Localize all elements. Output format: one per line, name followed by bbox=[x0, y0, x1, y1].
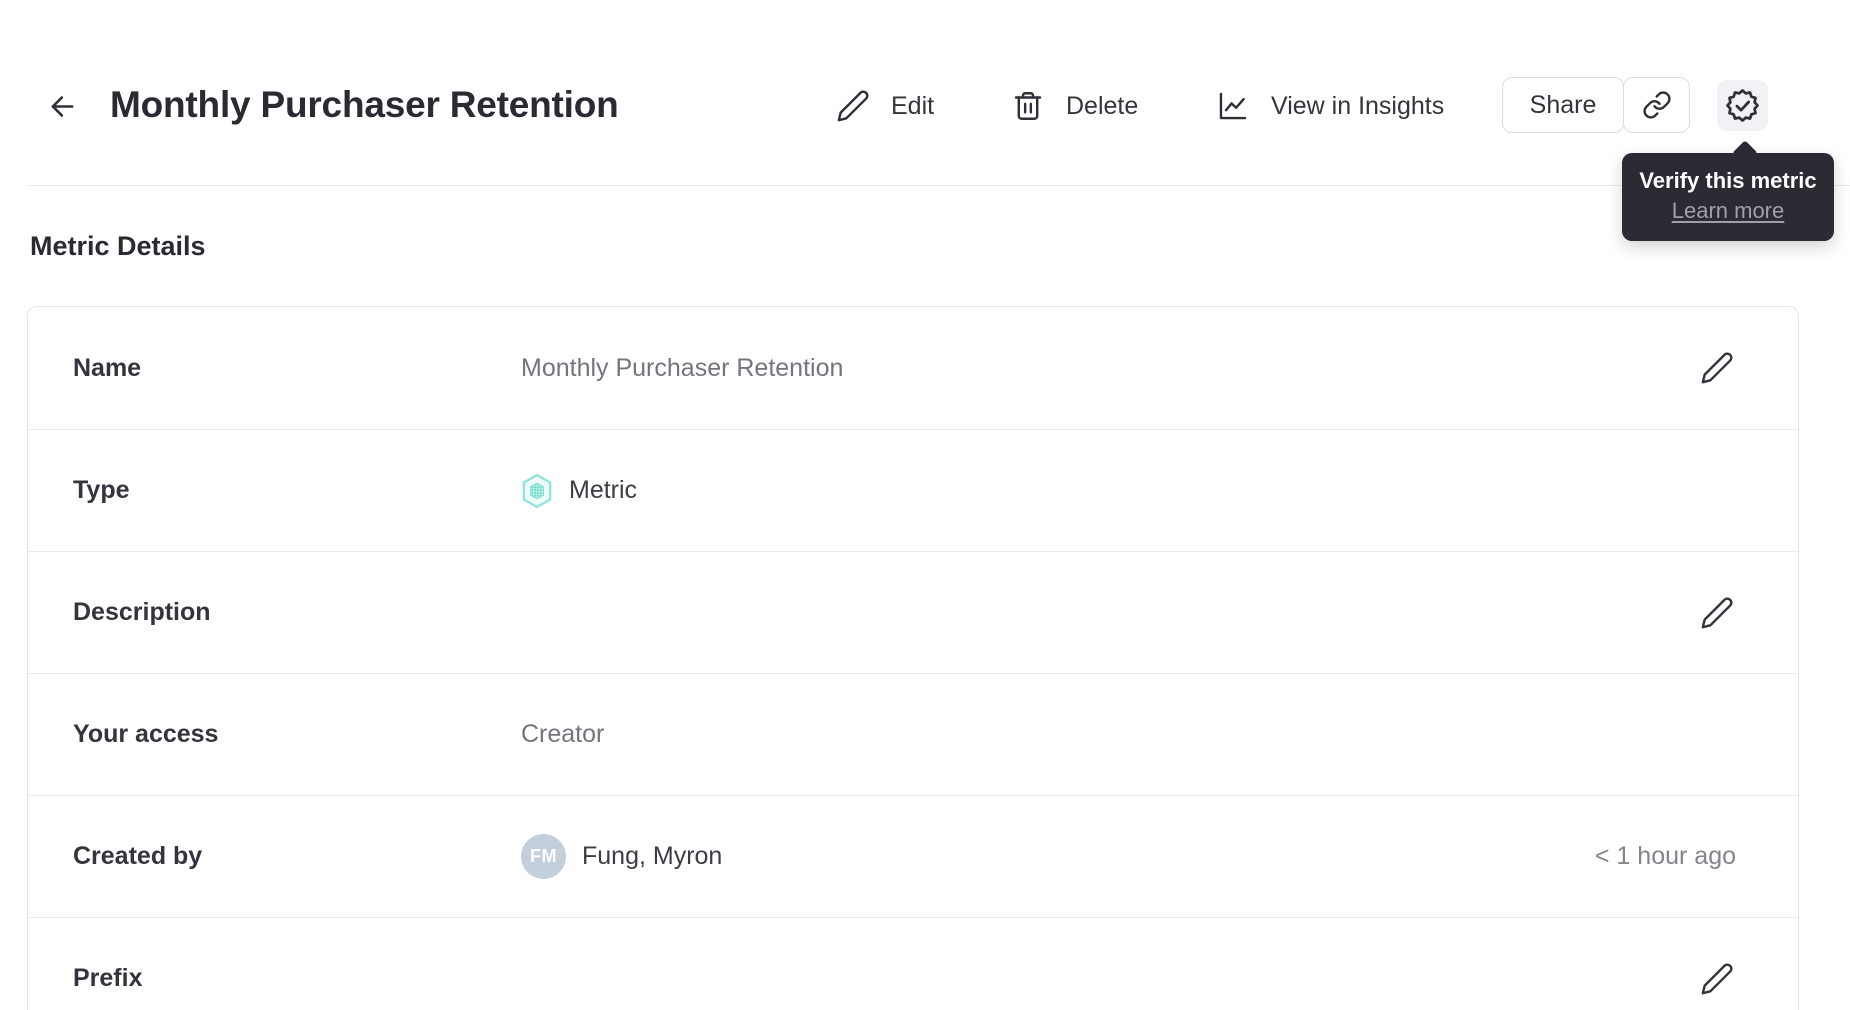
delete-button-label: Delete bbox=[1066, 91, 1139, 120]
row-created-by-label: Created by bbox=[73, 842, 203, 870]
row-type-value: Metric bbox=[569, 476, 638, 504]
row-prefix: Prefix bbox=[28, 917, 1798, 1010]
pencil-icon bbox=[1700, 351, 1734, 385]
tooltip-title: Verify this metric bbox=[1639, 168, 1817, 193]
share-button[interactable]: Share bbox=[1502, 77, 1624, 133]
share-button-label: Share bbox=[1529, 90, 1597, 119]
verify-metric-tooltip: Verify this metric Learn more bbox=[1622, 153, 1834, 241]
edit-description-button[interactable] bbox=[1698, 594, 1736, 632]
edit-button[interactable]: Edit bbox=[836, 89, 934, 123]
row-your-access-label: Your access bbox=[73, 720, 219, 748]
metric-details-card: Name Monthly Purchaser Retention Type Me… bbox=[27, 306, 1799, 1010]
back-button[interactable] bbox=[42, 86, 82, 126]
row-created-by: Created by FM Fung, Myron < 1 hour ago bbox=[28, 795, 1798, 917]
trash-icon bbox=[1011, 89, 1045, 123]
row-type-label: Type bbox=[73, 476, 130, 504]
edit-button-label: Edit bbox=[891, 91, 935, 120]
row-your-access: Your access Creator bbox=[28, 673, 1798, 795]
arrow-left-icon bbox=[46, 90, 79, 123]
avatar: FM bbox=[521, 834, 566, 879]
created-timestamp: < 1 hour ago bbox=[1594, 842, 1736, 870]
row-created-by-value: Fung, Myron bbox=[582, 842, 723, 870]
row-name-label: Name bbox=[73, 353, 142, 382]
header-divider bbox=[28, 185, 1850, 186]
verified-badge-icon bbox=[1725, 88, 1760, 123]
row-name: Name Monthly Purchaser Retention bbox=[28, 307, 1798, 429]
row-prefix-label: Prefix bbox=[73, 964, 143, 992]
learn-more-link[interactable]: Learn more bbox=[1672, 196, 1785, 226]
row-your-access-value: Creator bbox=[521, 720, 605, 748]
row-name-value: Monthly Purchaser Retention bbox=[521, 353, 844, 382]
copy-link-button[interactable] bbox=[1623, 77, 1690, 133]
delete-button[interactable]: Delete bbox=[1011, 89, 1138, 123]
pencil-icon bbox=[1700, 596, 1734, 630]
view-in-insights-button[interactable]: View in Insights bbox=[1216, 89, 1444, 123]
pencil-icon bbox=[836, 89, 870, 123]
row-description-label: Description bbox=[73, 598, 211, 626]
row-description: Description bbox=[28, 551, 1798, 673]
view-in-insights-label: View in Insights bbox=[1271, 91, 1445, 120]
section-heading: Metric Details bbox=[30, 231, 206, 261]
link-icon bbox=[1642, 90, 1672, 120]
metric-details-page: Monthly Purchaser Retention Edit Delete bbox=[0, 0, 1850, 1010]
pencil-icon bbox=[1700, 962, 1734, 996]
page-title: Monthly Purchaser Retention bbox=[110, 84, 619, 125]
verify-metric-button[interactable] bbox=[1717, 80, 1768, 131]
edit-name-button[interactable] bbox=[1698, 349, 1736, 387]
line-chart-icon bbox=[1216, 89, 1250, 123]
metric-hexagon-icon bbox=[521, 473, 553, 509]
row-type: Type Metric bbox=[28, 429, 1798, 551]
edit-prefix-button[interactable] bbox=[1698, 960, 1736, 998]
